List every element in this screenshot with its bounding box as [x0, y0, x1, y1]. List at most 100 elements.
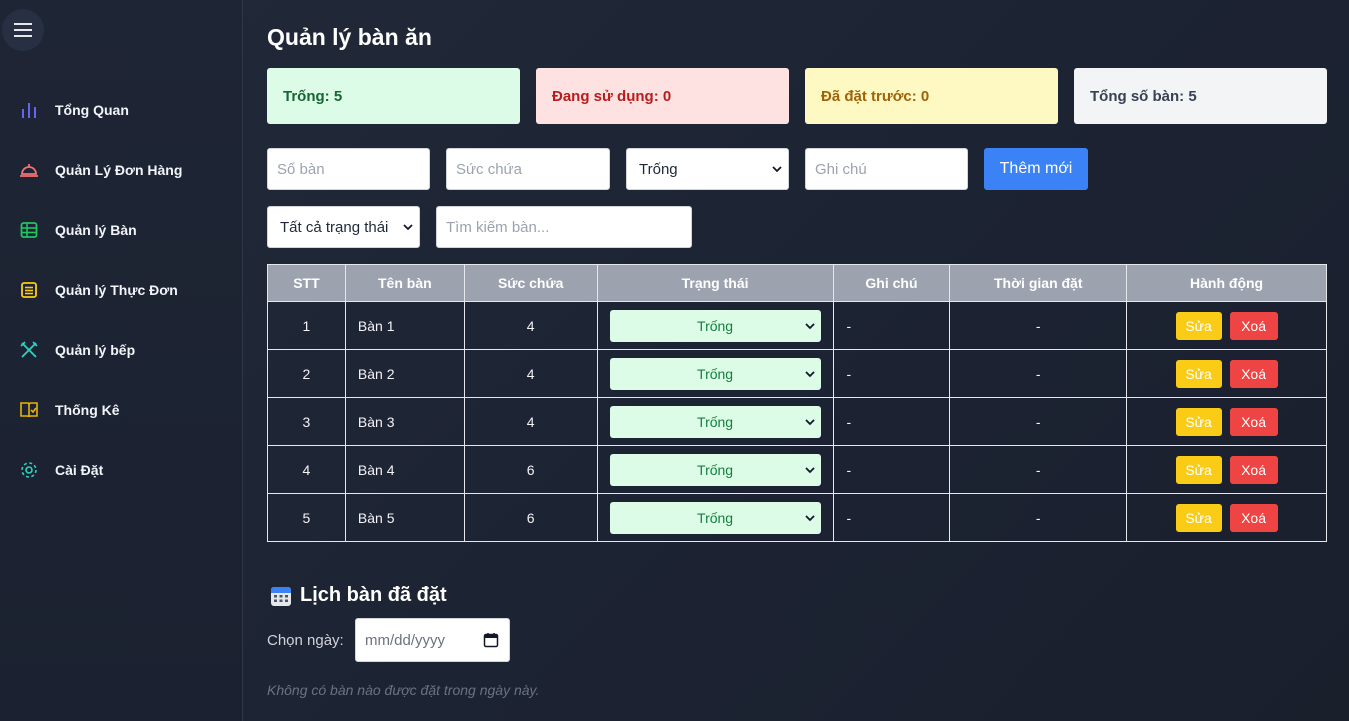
cell-stt: 4 — [267, 445, 346, 494]
utensils-icon — [18, 339, 40, 361]
sidebar-item-label: Thống Kê — [55, 402, 120, 418]
cell-capacity: 6 — [463, 493, 598, 542]
edit-button[interactable]: Sửa — [1175, 311, 1222, 340]
sidebar-item-label: Quản lý bếp — [55, 342, 136, 358]
row-status-select[interactable]: Trống — [609, 501, 821, 534]
edit-button[interactable]: Sửa — [1175, 503, 1222, 532]
header-status[interactable]: Trạng thái — [596, 264, 834, 302]
sidebar-item-settings[interactable]: Cài Đặt — [0, 440, 242, 500]
delete-button[interactable]: Xoá — [1229, 311, 1278, 340]
header-stt[interactable]: STT — [267, 264, 346, 302]
empty-schedule-message: Không có bàn nào được đặt trong ngày này… — [267, 682, 540, 698]
edit-button[interactable]: Sửa — [1175, 359, 1222, 388]
table-row: 3 Bàn 3 4 Trống - - Sửa Xoá — [267, 397, 1327, 446]
table-row: 1 Bàn 1 4 Trống - - Sửa Xoá — [267, 301, 1327, 350]
cell-note: - — [832, 349, 951, 398]
row-status-value: Trống — [697, 317, 734, 334]
delete-button[interactable]: Xoá — [1229, 455, 1278, 484]
cell-actions: Sửa Xoá — [1126, 445, 1327, 494]
hamburger-icon — [14, 23, 32, 37]
row-status-select[interactable]: Trống — [609, 309, 821, 342]
table-number-input[interactable]: Số bàn — [267, 148, 430, 190]
search-placeholder: Tìm kiếm bàn... — [446, 218, 550, 236]
row-status-value: Trống — [697, 365, 734, 382]
cell-capacity: 4 — [463, 397, 598, 446]
chevron-down-icon — [804, 418, 815, 425]
cell-name: Bàn 5 — [344, 493, 465, 542]
cell-name: Bàn 1 — [344, 301, 465, 350]
edit-button[interactable]: Sửa — [1175, 407, 1222, 436]
sidebar-item-statistics[interactable]: Thống Kê — [0, 380, 242, 440]
service-bell-icon — [18, 159, 40, 181]
table-row: 5 Bàn 5 6 Trống - - Sửa Xoá — [267, 493, 1327, 542]
edit-button[interactable]: Sửa — [1175, 455, 1222, 484]
sidebar-item-label: Quản Lý Đơn Hàng — [55, 162, 183, 178]
chevron-down-icon — [772, 166, 782, 173]
delete-button[interactable]: Xoá — [1229, 503, 1278, 532]
date-label: Chọn ngày: — [267, 632, 344, 649]
stats-row: Trống: 5 Đang sử dụng: 0 Đã đặt trước: 0… — [267, 68, 1327, 124]
page-title: Quản lý bàn ăn — [267, 24, 432, 50]
capacity-input[interactable]: Sức chứa — [446, 148, 610, 190]
stat-total: Tổng số bàn: 5 — [1074, 68, 1327, 124]
sidebar-nav: Tổng Quan Quản Lý Đơn Hàng Quản lý Bàn Q… — [0, 80, 242, 500]
cell-time: - — [949, 301, 1128, 350]
row-status-select[interactable]: Trống — [609, 453, 821, 486]
calendar-picker-icon[interactable] — [483, 632, 499, 648]
header-capacity[interactable]: Sức chứa — [463, 264, 598, 302]
search-input[interactable]: Tìm kiếm bàn... — [436, 206, 692, 248]
capacity-placeholder: Sức chứa — [456, 160, 522, 178]
cell-capacity: 4 — [463, 301, 598, 350]
sidebar-item-overview[interactable]: Tổng Quan — [0, 80, 242, 140]
sidebar-item-orders[interactable]: Quản Lý Đơn Hàng — [0, 140, 242, 200]
add-table-button[interactable]: Thêm mới — [984, 148, 1088, 190]
cell-status: Trống — [596, 301, 834, 350]
header-time[interactable]: Thời gian đặt — [949, 264, 1128, 302]
status-filter-select[interactable]: Tất cả trạng thái — [267, 206, 420, 248]
header-note[interactable]: Ghi chú — [832, 264, 951, 302]
cell-status: Trống — [596, 493, 834, 542]
cell-stt: 2 — [267, 349, 346, 398]
delete-button[interactable]: Xoá — [1229, 359, 1278, 388]
cell-time: - — [949, 445, 1128, 494]
checkbook-icon — [18, 399, 40, 421]
stat-reserved: Đã đặt trước: 0 — [805, 68, 1058, 124]
cell-stt: 5 — [267, 493, 346, 542]
chevron-down-icon — [804, 370, 815, 377]
note-input[interactable]: Ghi chú — [805, 148, 968, 190]
status-select[interactable]: Trống — [626, 148, 789, 190]
chevron-down-icon — [403, 224, 413, 231]
hamburger-menu-button[interactable] — [2, 9, 44, 51]
date-input[interactable]: mm/dd/yyyy — [355, 618, 510, 662]
table-header-row: STT Tên bàn Sức chứa Trạng thái Ghi chú … — [267, 264, 1327, 302]
cell-capacity: 6 — [463, 445, 598, 494]
cell-note: - — [832, 445, 951, 494]
sidebar-item-kitchen[interactable]: Quản lý bếp — [0, 320, 242, 380]
schedule-title-text: Lịch bàn đã đặt — [300, 584, 447, 606]
status-filter-value: Tất cả trạng thái — [280, 218, 389, 236]
cell-stt: 1 — [267, 301, 346, 350]
cell-time: - — [949, 349, 1128, 398]
cell-name: Bàn 4 — [344, 445, 465, 494]
cell-status: Trống — [596, 349, 834, 398]
delete-button[interactable]: Xoá — [1229, 407, 1278, 436]
row-status-select[interactable]: Trống — [609, 357, 821, 390]
cell-status: Trống — [596, 445, 834, 494]
cell-name: Bàn 2 — [344, 349, 465, 398]
stat-free: Trống: 5 — [267, 68, 520, 124]
header-name[interactable]: Tên bàn — [344, 264, 465, 302]
sidebar-item-label: Quản lý Bàn — [55, 222, 137, 238]
sidebar-item-tables[interactable]: Quản lý Bàn — [0, 200, 242, 260]
tables-table: STT Tên bàn Sức chứa Trạng thái Ghi chú … — [267, 264, 1327, 542]
row-status-select[interactable]: Trống — [609, 405, 821, 438]
chevron-down-icon — [804, 322, 815, 329]
cell-name: Bàn 3 — [344, 397, 465, 446]
schedule-title: Lịch bàn đã đặt — [270, 584, 447, 607]
sidebar-item-menu[interactable]: Quản lý Thực Đơn — [0, 260, 242, 320]
cell-status: Trống — [596, 397, 834, 446]
list-icon — [18, 279, 40, 301]
table-number-placeholder: Số bàn — [277, 160, 325, 178]
row-status-value: Trống — [697, 509, 734, 526]
cell-time: - — [949, 397, 1128, 446]
table-row: 4 Bàn 4 6 Trống - - Sửa Xoá — [267, 445, 1327, 494]
